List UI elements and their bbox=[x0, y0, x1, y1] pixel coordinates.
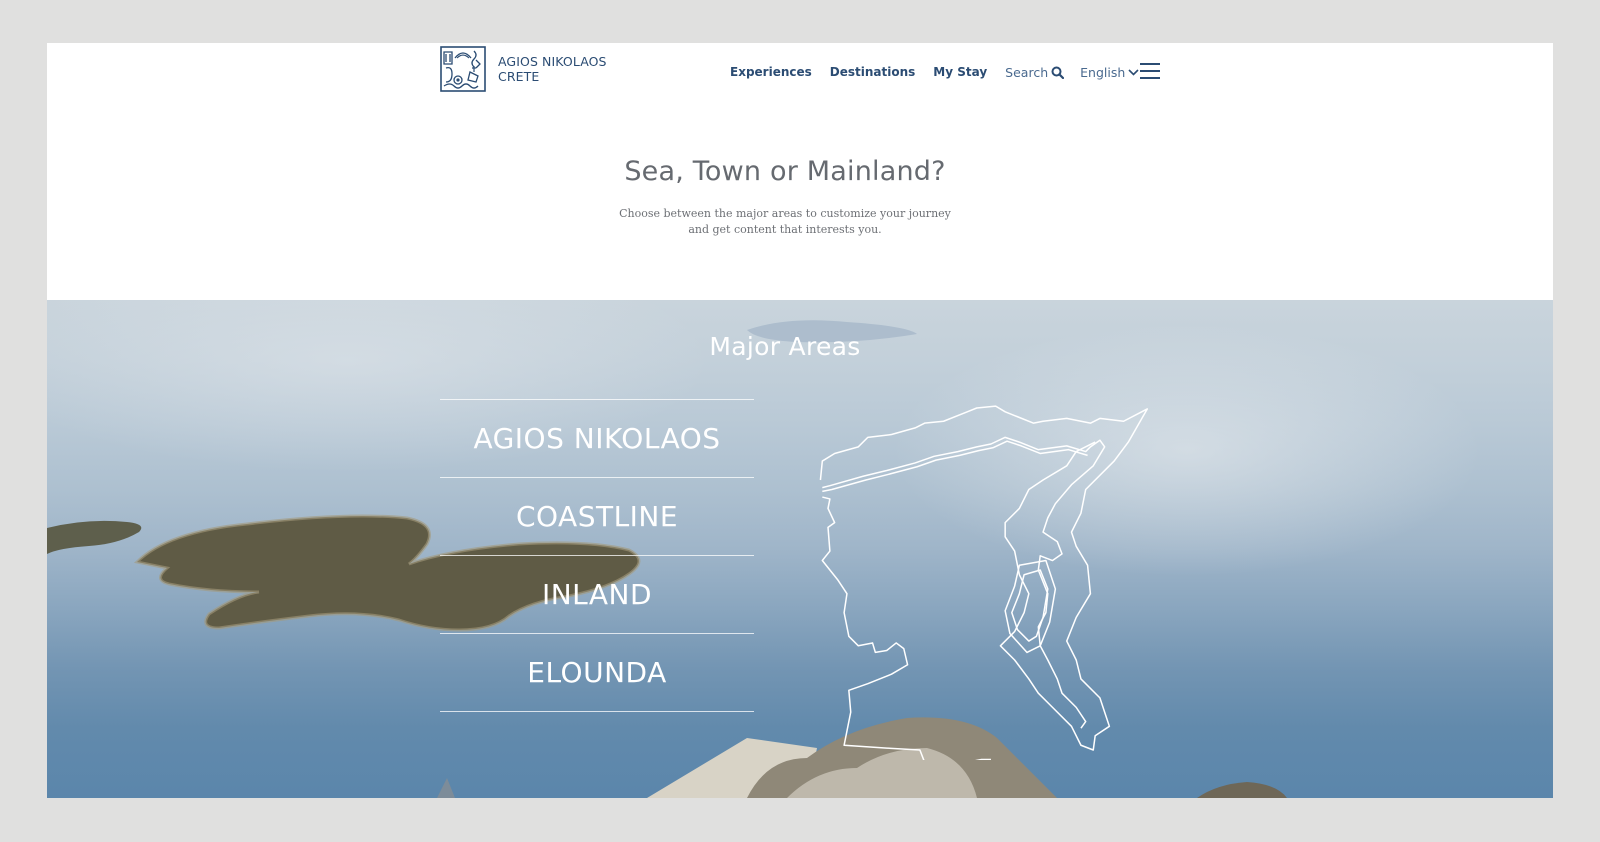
map-region-inland-outer[interactable] bbox=[1004, 559, 1057, 654]
nav-experiences[interactable]: Experiences bbox=[730, 65, 812, 79]
major-areas-title: Major Areas bbox=[709, 332, 861, 361]
area-label: AGIOS NIKOLAOS bbox=[473, 422, 721, 455]
area-label: COASTLINE bbox=[515, 500, 679, 533]
language-selector[interactable]: English bbox=[1080, 65, 1139, 80]
hamburger-line bbox=[1140, 70, 1160, 72]
search-label: Search bbox=[1005, 64, 1049, 80]
major-areas-hero: Major Areas AGIOS NIKOLAOS COASTLINE INL… bbox=[47, 300, 1553, 798]
brand-name-line1: AGIOS NIKOLAOS bbox=[498, 54, 607, 69]
brand-name-line2: CRETE bbox=[498, 69, 540, 84]
agios-nikolaos-emblem-icon bbox=[440, 46, 486, 92]
hamburger-menu-icon[interactable] bbox=[1140, 63, 1160, 79]
brand-name: AGIOS NIKOLAOS CRETE bbox=[498, 54, 607, 84]
region-map-outline-icon[interactable] bbox=[792, 380, 1152, 760]
hamburger-line bbox=[1140, 63, 1160, 65]
intro-title: Sea, Town or Mainland? bbox=[624, 156, 946, 187]
area-inland[interactable]: INLAND bbox=[440, 556, 754, 634]
small-island bbox=[47, 520, 142, 554]
page: AGIOS NIKOLAOS CRETE Experiences Destina… bbox=[47, 43, 1553, 798]
areas-list: AGIOS NIKOLAOS COASTLINE INLAND ELOUNDA bbox=[440, 399, 754, 712]
search-icon bbox=[1051, 66, 1065, 79]
language-label: English bbox=[1080, 64, 1126, 80]
intro-description: Choose between the major areas to custom… bbox=[619, 207, 951, 236]
search-button[interactable]: Search bbox=[1005, 64, 1065, 80]
area-elounda[interactable]: ELOUNDA bbox=[440, 634, 754, 712]
area-agios-nikolaos[interactable]: AGIOS NIKOLAOS bbox=[440, 400, 754, 478]
area-coastline[interactable]: COASTLINE bbox=[440, 478, 754, 556]
main-nav: Experiences Destinations My Stay Search … bbox=[730, 59, 1155, 85]
area-label: INLAND bbox=[541, 578, 653, 611]
nav-my-stay[interactable]: My Stay bbox=[933, 65, 987, 79]
map-region-agios-nikolaos[interactable] bbox=[821, 496, 991, 760]
chevron-down-icon bbox=[1128, 69, 1139, 76]
site-header: AGIOS NIKOLAOS CRETE Experiences Destina… bbox=[47, 43, 1553, 103]
nav-destinations[interactable]: Destinations bbox=[830, 65, 916, 79]
boat bbox=[437, 778, 455, 798]
hamburger-line bbox=[1140, 77, 1160, 79]
area-label: ELOUNDA bbox=[527, 656, 667, 689]
logo-link[interactable]: AGIOS NIKOLAOS CRETE bbox=[440, 46, 607, 92]
right-rock bbox=[1197, 782, 1287, 798]
